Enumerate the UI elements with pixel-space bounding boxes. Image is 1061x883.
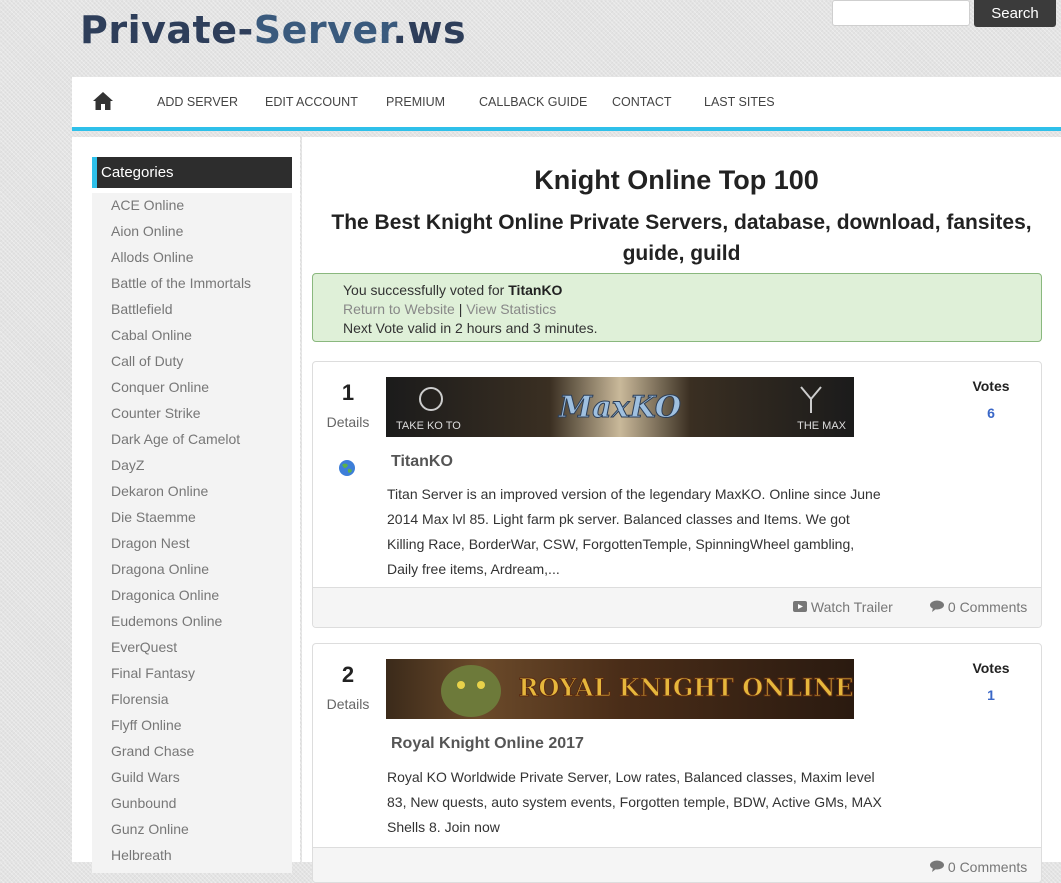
- next-vote-text: Next Vote valid in 2 hours and 3 minutes…: [343, 320, 598, 336]
- card-footer: 0 Comments: [313, 847, 1041, 882]
- voted-text: You successfully voted for: [343, 282, 505, 298]
- server-card: 1 Details TAKE KO TO MaxKO THE MAX Votes…: [312, 361, 1042, 628]
- logo-part-1: Private-: [80, 8, 254, 52]
- nav-last-sites[interactable]: LAST SITES: [704, 95, 775, 109]
- server-banner[interactable]: ROYAL KNIGHT ONLINE: [386, 659, 854, 719]
- banner-left-text: TAKE KO TO: [396, 420, 461, 432]
- server-rank: 1: [341, 380, 355, 405]
- category-link[interactable]: Dragon Nest: [92, 531, 292, 557]
- server-banner[interactable]: TAKE KO TO MaxKO THE MAX: [386, 377, 854, 437]
- nav-contact[interactable]: CONTACT: [612, 95, 672, 109]
- category-link[interactable]: Call of Duty: [92, 349, 292, 375]
- category-link[interactable]: EverQuest: [92, 635, 292, 661]
- category-link[interactable]: Aion Online: [92, 219, 292, 245]
- category-link[interactable]: Dragona Online: [92, 557, 292, 583]
- return-to-website-link[interactable]: Return to Website: [343, 301, 455, 317]
- banner-title-text: ROYAL KNIGHT ONLINE: [519, 673, 854, 702]
- category-link[interactable]: Counter Strike: [92, 401, 292, 427]
- globe-icon[interactable]: [338, 459, 356, 482]
- category-link[interactable]: Conquer Online: [92, 375, 292, 401]
- category-link[interactable]: Battlefield: [92, 297, 292, 323]
- vote-success-alert: You successfully voted for TitanKO Retur…: [312, 273, 1042, 342]
- server-description: Titan Server is an improved version of t…: [387, 486, 881, 577]
- banner-title-text: MaxKO: [558, 390, 681, 425]
- nav-edit-account[interactable]: EDIT ACCOUNT: [265, 95, 358, 109]
- category-link[interactable]: Dragonica Online: [92, 583, 292, 609]
- comments-icon: [930, 600, 944, 612]
- site-logo[interactable]: Private-Server.ws: [80, 8, 466, 52]
- watch-trailer-label: Watch Trailer: [810, 599, 893, 615]
- category-link[interactable]: Florensia: [92, 687, 292, 713]
- votes-count: 6: [987, 405, 995, 421]
- card-footer: Watch Trailer 0 Comments: [313, 587, 1041, 627]
- video-icon: [793, 601, 807, 612]
- search-button[interactable]: Search: [974, 0, 1056, 27]
- nav-callback-guide[interactable]: CALLBACK GUIDE: [479, 95, 587, 109]
- votes-count: 1: [987, 687, 995, 703]
- logo-part-2: Server: [253, 8, 393, 52]
- category-link[interactable]: Final Fantasy: [92, 661, 292, 687]
- category-link[interactable]: Flyff Online: [92, 713, 292, 739]
- category-link[interactable]: Battle of the Immortals: [92, 271, 292, 297]
- category-link[interactable]: Grand Chase: [92, 739, 292, 765]
- category-link[interactable]: ACE Online: [92, 193, 292, 219]
- votes-label: Votes: [972, 378, 1010, 394]
- link-separator: |: [458, 301, 463, 317]
- server-name[interactable]: TitanKO: [391, 453, 453, 471]
- comments-link[interactable]: 0 Comments: [930, 599, 1027, 615]
- banner-image: TAKE KO TO MaxKO THE MAX: [386, 377, 854, 437]
- categories-heading: Categories: [92, 157, 292, 188]
- server-description: Royal KO Worldwide Private Server, Low r…: [387, 769, 882, 835]
- voted-server: TitanKO: [508, 282, 563, 298]
- comments-link[interactable]: 0 Comments: [930, 859, 1027, 875]
- details-link[interactable]: Details: [313, 696, 383, 712]
- category-link[interactable]: Guild Wars: [92, 765, 292, 791]
- category-link[interactable]: Dark Age of Camelot: [92, 427, 292, 453]
- category-list: ACE Online Aion Online Allods Online Bat…: [92, 193, 292, 873]
- main-nav: ADD SERVER EDIT ACCOUNT PREMIUM CALLBACK…: [72, 77, 1061, 131]
- comments-label: 0 Comments: [947, 599, 1028, 615]
- page-subtitle: The Best Knight Online Private Servers, …: [331, 211, 1032, 265]
- category-link[interactable]: Eudemons Online: [92, 609, 292, 635]
- nav-premium[interactable]: PREMIUM: [386, 95, 445, 109]
- details-link[interactable]: Details: [313, 414, 383, 430]
- category-link[interactable]: Dekaron Online: [92, 479, 292, 505]
- home-icon[interactable]: [92, 91, 114, 116]
- category-link[interactable]: Allods Online: [92, 245, 292, 271]
- main-content: Knight Online Top 100 The Best Knight On…: [302, 137, 1061, 883]
- category-link[interactable]: Die Staemme: [92, 505, 292, 531]
- votes-label: Votes: [972, 660, 1010, 676]
- search-input[interactable]: [832, 0, 970, 26]
- banner-right-text: THE MAX: [797, 420, 847, 432]
- server-card: 2 Details ROYAL KNIGHT ONLINE Votes 1 Ro…: [312, 643, 1042, 883]
- server-rank: 2: [341, 662, 355, 687]
- view-statistics-link[interactable]: View Statistics: [466, 301, 556, 317]
- banner-image: ROYAL KNIGHT ONLINE: [386, 659, 854, 719]
- category-link[interactable]: Gunz Online: [92, 817, 292, 843]
- comments-label: 0 Comments: [947, 859, 1028, 875]
- nav-add-server[interactable]: ADD SERVER: [157, 95, 238, 109]
- page-title: Knight Online Top 100: [534, 165, 819, 195]
- category-link[interactable]: DayZ: [92, 453, 292, 479]
- category-link[interactable]: Helbreath: [92, 843, 292, 869]
- server-name[interactable]: Royal Knight Online 2017: [391, 735, 584, 753]
- category-link[interactable]: Gunbound: [92, 791, 292, 817]
- category-link[interactable]: Cabal Online: [92, 323, 292, 349]
- sidebar: Categories ACE Online Aion Online Allods…: [72, 137, 300, 873]
- logo-part-3: .ws: [392, 8, 467, 52]
- watch-trailer-link[interactable]: Watch Trailer: [793, 599, 893, 615]
